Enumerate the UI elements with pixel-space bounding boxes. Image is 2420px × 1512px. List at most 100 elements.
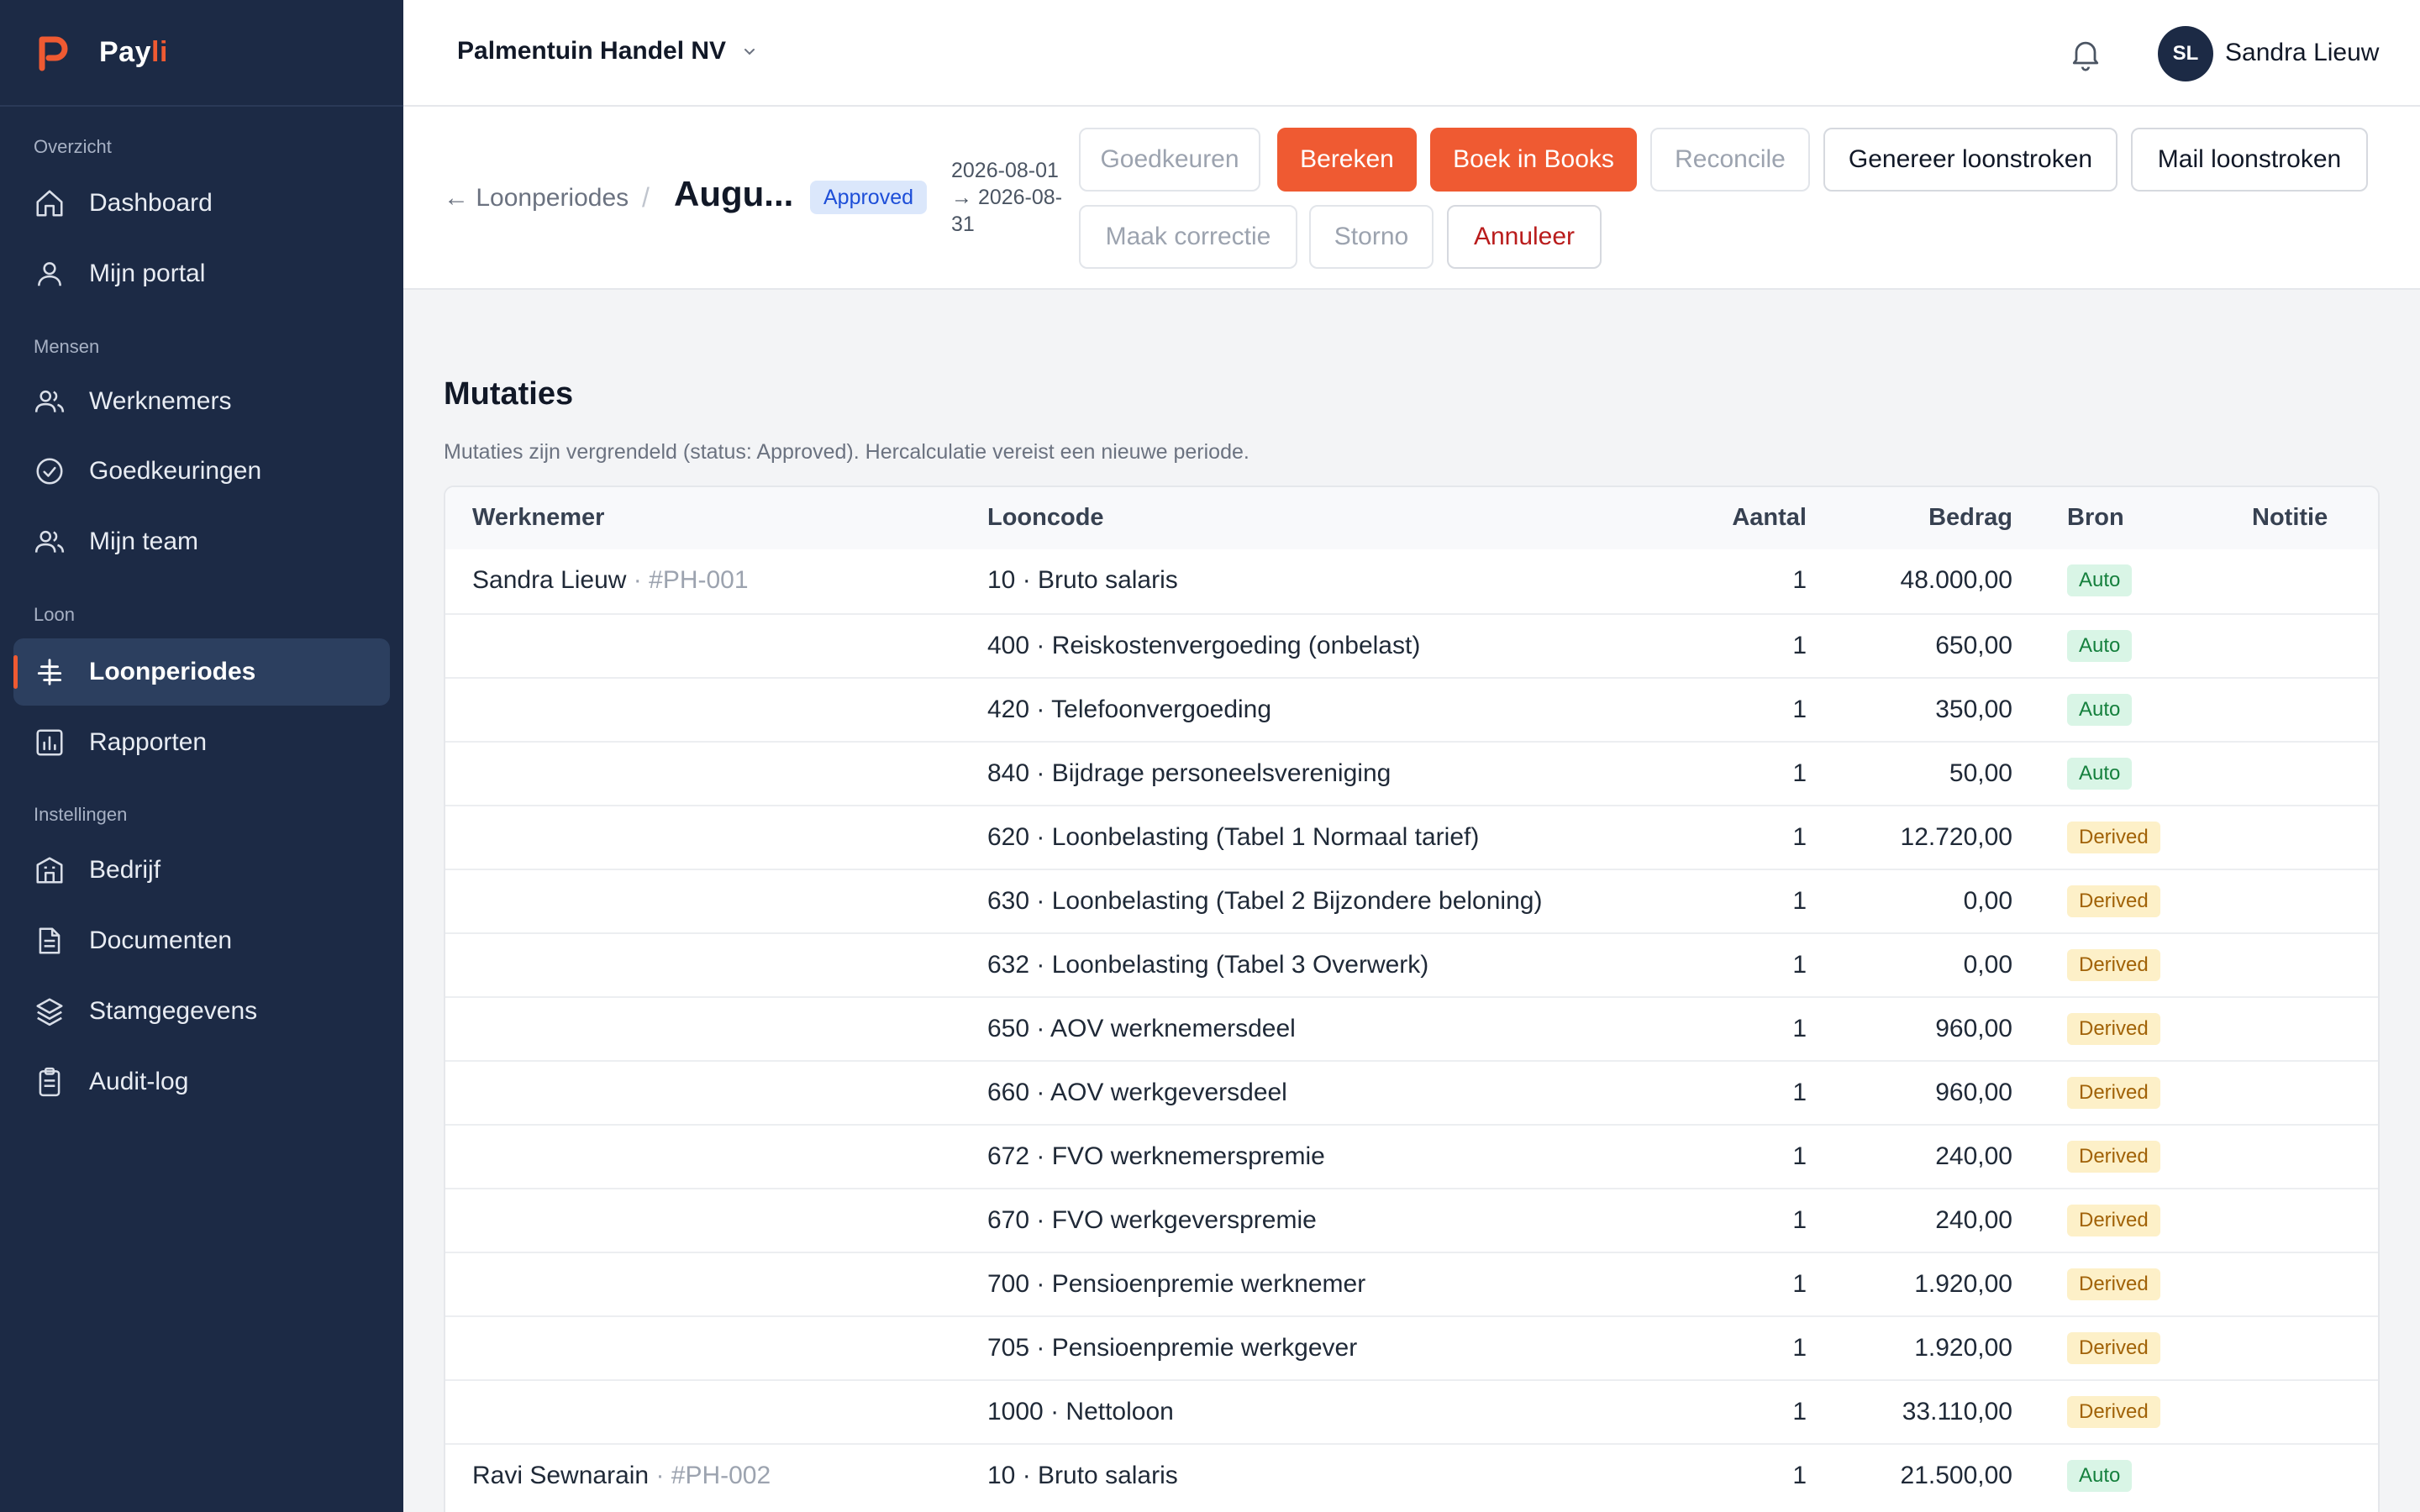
sidebar-item-rapporten[interactable]: Rapporten — [13, 709, 390, 776]
chart-icon — [34, 727, 66, 759]
table-row[interactable]: 670 · FVO werkgeverspremie 1 240,00 Derived — [445, 1188, 2378, 1252]
employee-name[interactable]: Sandra Lieuw — [472, 566, 626, 594]
page-header: ← Loonperiodes / Augu... Approved 2026-0… — [403, 107, 2420, 290]
column-header-bedrag[interactable]: Bedrag — [1874, 504, 2012, 532]
approve-button[interactable]: Goedkeuren — [1079, 128, 1260, 192]
mail-payslips-button[interactable]: Mail loonstroken — [2131, 128, 2368, 192]
table-row[interactable]: 420 · Telefoonvergoeding 1 350,00 Auto — [445, 677, 2378, 741]
table-row[interactable]: 700 · Pensioenpremie werknemer 1 1.920,00 D… — [445, 1252, 2378, 1315]
nav-section-loon: Loon — [34, 604, 75, 625]
column-header-looncode[interactable]: Looncode — [987, 504, 1104, 532]
back-to-loonperiodes-link[interactable]: ← Loonperiodes — [444, 184, 629, 213]
bedrag-cell: 240,00 — [1935, 1206, 2012, 1234]
aantal-cell: 1 — [1792, 1079, 1807, 1106]
home-icon — [34, 187, 66, 219]
table-row[interactable]: 630 · Loonbelasting (Tabel 2 Bijzondere … — [445, 869, 2378, 932]
column-header-notitie[interactable]: Notitie — [2252, 504, 2328, 532]
sidebar-item-stamgegevens[interactable]: Stamgegevens — [13, 978, 390, 1045]
employee-name[interactable]: Ravi Sewnarain — [472, 1462, 649, 1489]
period-start-date: 2026-08-01 — [951, 159, 1059, 182]
aantal-cell: 1 — [1792, 1462, 1807, 1489]
document-icon — [34, 925, 66, 957]
table-row[interactable]: 650 · AOV werknemersdeel 1 960,00 Derived — [445, 996, 2378, 1060]
sidebar-item-label: Goedkeuringen — [89, 457, 262, 485]
sidebar-item-documenten[interactable]: Documenten — [13, 907, 390, 974]
table-row[interactable]: 620 · Loonbelasting (Tabel 1 Normaal tar… — [445, 805, 2378, 869]
employee-id: · #PH-002 — [649, 1462, 771, 1489]
looncode-cell: 660 · AOV werkgeversdeel — [987, 1079, 1287, 1106]
period-end-date-cont: 31 — [951, 213, 975, 236]
bell-icon[interactable] — [2067, 35, 2104, 72]
aantal-cell: 1 — [1792, 566, 1807, 594]
aantal-cell: 1 — [1792, 1206, 1807, 1234]
sidebar-item-label: Mijn team — [89, 528, 199, 555]
sidebar-item-bedrijf[interactable]: Bedrijf — [13, 837, 390, 904]
sidebar-item-dashboard[interactable]: Dashboard — [13, 170, 390, 237]
looncode-cell: 10 · Bruto salaris — [987, 566, 1178, 594]
user-name[interactable]: Sandra Lieuw — [2225, 39, 2379, 67]
table-row[interactable]: 632 · Loonbelasting (Tabel 3 Overwerk) 1 0… — [445, 932, 2378, 996]
sidebar-item-mijn-team[interactable]: Mijn team — [13, 508, 390, 575]
looncode-cell: 700 · Pensioenpremie werknemer — [987, 1270, 1366, 1298]
generate-payslips-button[interactable]: Genereer loonstroken — [1823, 128, 2118, 192]
source-badge: Derived — [2067, 1396, 2160, 1428]
page-title: Augu... — [674, 174, 794, 213]
aantal-cell: 1 — [1792, 696, 1807, 723]
clipboard-icon — [34, 1066, 66, 1098]
avatar[interactable]: SL — [2158, 26, 2213, 81]
book-in-books-button[interactable]: Boek in Books — [1430, 128, 1637, 192]
table-row[interactable]: Ravi Sewnarain · #PH-002 10 · Bruto salar… — [445, 1443, 2378, 1507]
cancel-period-button[interactable]: Annuleer — [1447, 205, 1602, 269]
table-row[interactable]: Sandra Lieuw · #PH-001 10 · Bruto salaris… — [445, 549, 2378, 613]
looncode-cell: 620 · Loonbelasting (Tabel 1 Normaal tar… — [987, 823, 1480, 851]
brand[interactable]: Payli — [0, 0, 403, 107]
sidebar-item-goedkeuringen[interactable]: Goedkeuringen — [13, 438, 390, 505]
source-badge: Auto — [2067, 564, 2133, 596]
source-badge: Derived — [2067, 1268, 2160, 1300]
storno-button[interactable]: Storno — [1309, 205, 1434, 269]
mutations-locked-note: Mutaties zijn vergrendeld (status: Appro… — [444, 440, 1249, 464]
table-row[interactable]: 705 · Pensioenpremie werkgever 1 1.920,00 D… — [445, 1315, 2378, 1379]
table-row[interactable]: 1000 · Nettoloon 1 33.110,00 Derived — [445, 1379, 2378, 1443]
sidebar-item-label: Audit-log — [89, 1068, 189, 1095]
bedrag-cell: 650,00 — [1935, 632, 2012, 659]
calculate-button[interactable]: Bereken — [1277, 128, 1417, 192]
column-header-bron[interactable]: Bron — [2067, 504, 2124, 532]
employee-id: · #PH-001 — [626, 566, 749, 594]
mutations-title: Mutaties — [444, 376, 574, 412]
nav-section-instellingen: Instellingen — [34, 804, 128, 825]
source-badge: Derived — [2067, 949, 2160, 981]
sidebar-item-mijn-portal[interactable]: Mijn portal — [13, 240, 390, 307]
source-badge: Derived — [2067, 1013, 2160, 1045]
sidebar-item-werknemers[interactable]: Werknemers — [13, 368, 390, 435]
table-header: Werknemer Looncode Aantal Bedrag Bron No… — [445, 487, 2378, 549]
breadcrumb-separator: / — [642, 182, 650, 213]
sidebar-item-audit-log[interactable]: Audit-log — [13, 1048, 390, 1116]
payli-logo-icon — [39, 36, 68, 71]
reconcile-button[interactable]: Reconcile — [1650, 128, 1810, 192]
mutations-table: Werknemer Looncode Aantal Bedrag Bron No… — [444, 486, 2380, 1512]
table-row[interactable]: 400 · Reiskostenvergoeding (onbelast) 1 65… — [445, 613, 2378, 677]
aantal-cell: 1 — [1792, 887, 1807, 915]
looncode-cell: 630 · Loonbelasting (Tabel 2 Bijzondere … — [987, 887, 1543, 915]
building-icon — [34, 854, 66, 886]
aantal-cell: 1 — [1792, 1142, 1807, 1170]
period-end-date: → 2026-08- — [951, 186, 1063, 209]
sidebar-item-loonperiodes[interactable]: Loonperiodes — [13, 638, 390, 706]
looncode-cell: 840 · Bijdrage personeelsvereniging — [987, 759, 1392, 787]
source-badge: Derived — [2067, 885, 2160, 917]
table-row[interactable]: 660 · AOV werkgeversdeel 1 960,00 Derived — [445, 1060, 2378, 1124]
bedrag-cell: 240,00 — [1935, 1142, 2012, 1170]
column-header-aantal[interactable]: Aantal — [1706, 504, 1807, 532]
employee-cell: Ravi Sewnarain · #PH-002 — [472, 1462, 771, 1490]
table-row[interactable]: 672 · FVO werknemerspremie 1 240,00 Derived — [445, 1124, 2378, 1188]
looncode-cell: 705 · Pensioenpremie werkgever — [987, 1334, 1358, 1362]
sidebar-item-label: Loonperiodes — [89, 658, 256, 685]
company-switcher[interactable]: Palmentuin Handel NV — [457, 37, 758, 66]
layers-icon — [34, 995, 66, 1027]
make-correction-button[interactable]: Maak correctie — [1079, 205, 1297, 269]
users-icon — [34, 386, 66, 417]
column-header-werknemer[interactable]: Werknemer — [472, 504, 604, 532]
source-badge: Auto — [2067, 694, 2133, 726]
table-row[interactable]: 840 · Bijdrage personeelsvereniging 1 50,0… — [445, 741, 2378, 805]
